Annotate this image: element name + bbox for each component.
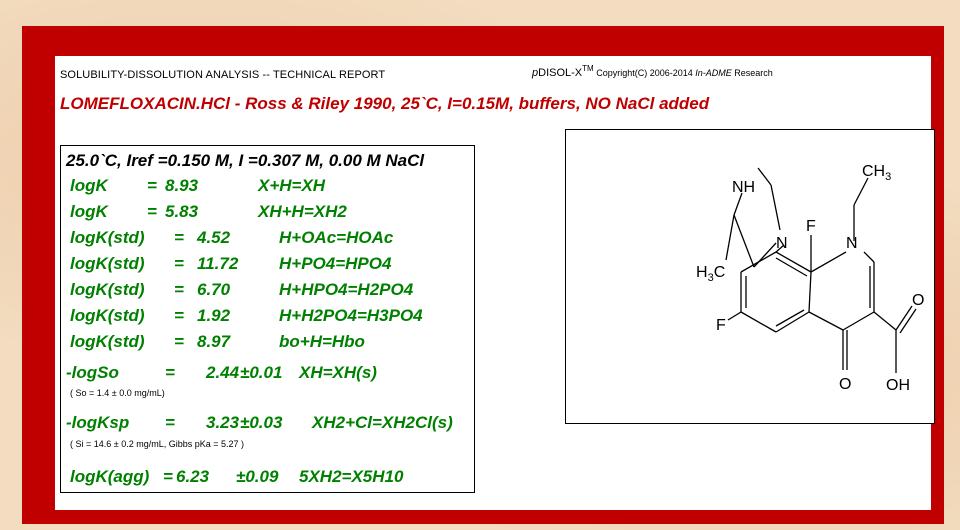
company-tail: Research — [731, 68, 773, 78]
bond — [733, 192, 743, 216]
constant-value: 4.52 — [197, 228, 231, 247]
bond — [863, 251, 875, 263]
bond — [727, 311, 742, 321]
atom-o-ketone: O — [839, 376, 851, 393]
atom-h3c: H3C — [696, 264, 725, 284]
lomefloxacin-structure: CH3 NH F N N H3C F O OH O — [696, 163, 924, 394]
brand-name: DISOL-X — [538, 67, 583, 79]
constant-value: 11.72 — [197, 254, 239, 273]
logSo-value: 2.44 — [206, 363, 240, 382]
logKsp-value: 3.23 — [206, 413, 240, 432]
logKsp-eq: = — [165, 413, 175, 432]
constant-eq: = — [147, 176, 157, 195]
atom-f-left: F — [716, 317, 726, 334]
bond — [808, 271, 812, 313]
logSo-reaction: XH=XH(s) — [299, 363, 377, 382]
constant-reaction: H+H2PO4=H3PO4 — [279, 306, 423, 325]
bond — [842, 311, 875, 331]
atom-n-ring: N — [846, 235, 858, 252]
constant-reaction: H+OAc=HOAc — [279, 228, 394, 247]
logKsp-note: ( Si = 14.6 ± 0.2 mg/mL, Gibbs pKa = 5.2… — [70, 439, 245, 449]
report-header-left: SOLUBILITY-DISSOLUTION ANALYSIS -- TECHN… — [60, 69, 386, 81]
conditions-line: 25.0`C, Iref =0.150 M, I =0.307 M, 0.00 … — [66, 151, 425, 170]
constant-eq: = — [174, 228, 184, 247]
structure-box: CH3 NH F N N H3C F O OH O — [565, 129, 935, 424]
logKagg-reaction: 5XH2=X5H10 — [299, 467, 404, 486]
bond — [757, 167, 772, 186]
constant-reaction: H+HPO4=H2PO4 — [279, 280, 414, 299]
logKsp-reaction: XH2+Cl=XH2Cl(s) — [312, 413, 453, 432]
logSo-label: -logSo — [66, 363, 119, 382]
logKagg-label: logK(agg) — [70, 467, 150, 486]
report-title: LOMEFLOXACIN.HCl - Ross & Riley 1990, 25… — [60, 94, 710, 113]
bond — [873, 311, 897, 331]
bond — [853, 177, 869, 206]
constant-eq: = — [174, 332, 184, 351]
constant-reaction: H+PO4=HPO4 — [279, 254, 392, 273]
constant-reaction: bo+H=Hbo — [279, 332, 365, 351]
constant-value: 8.97 — [197, 332, 231, 351]
constant-label: logK — [70, 176, 108, 195]
logSo-note: ( So = 1.4 ± 0.0 mg/mL) — [70, 388, 165, 398]
atom-oh: OH — [886, 377, 910, 394]
bond — [733, 214, 755, 268]
constant-label: logK(std) — [70, 280, 145, 299]
atom-n-pip: N — [776, 235, 788, 252]
copyright-text: Copyright(C) 2006-2014 — [593, 68, 696, 78]
constant-label: logK(std) — [70, 254, 145, 273]
logKsp-err: ±0.03 — [240, 413, 283, 432]
constant-reaction: XH+H=XH2 — [258, 202, 347, 221]
constant-label: logK — [70, 202, 108, 221]
constant-eq: = — [174, 280, 184, 299]
logKagg-eq: = — [163, 467, 173, 486]
constant-label: logK(std) — [70, 332, 145, 351]
constant-reaction: X+H=XH — [258, 176, 326, 195]
constant-eq: = — [174, 254, 184, 273]
logSo-err: ±0.01 — [240, 363, 283, 382]
bond — [740, 311, 777, 333]
company-name: In-ADME — [695, 68, 732, 78]
bond — [810, 251, 847, 273]
atom-o-acid: O — [912, 292, 924, 309]
constant-eq: = — [147, 202, 157, 221]
bond — [775, 251, 812, 273]
bond — [770, 184, 781, 231]
bond — [808, 311, 844, 331]
report-header-right: pDISOL-XTM Copyright(C) 2006-2014 In-ADM… — [532, 64, 773, 79]
constant-value: 8.93 — [165, 176, 199, 195]
logKagg-err: ±0.09 — [236, 467, 279, 486]
logKsp-label: -logKsp — [66, 413, 130, 432]
logSo-eq: = — [165, 363, 175, 382]
atom-nh: NH — [732, 179, 755, 196]
constant-label: logK(std) — [70, 228, 145, 247]
bond — [753, 242, 777, 268]
bond — [725, 214, 735, 261]
constant-value: 5.83 — [165, 202, 199, 221]
constant-value: 1.92 — [197, 306, 231, 325]
atom-f-top: F — [806, 218, 816, 235]
constant-label: logK(std) — [70, 306, 145, 325]
constant-value: 6.70 — [197, 280, 231, 299]
brand-tm: TM — [582, 64, 594, 73]
constant-eq: = — [174, 306, 184, 325]
bond — [775, 311, 810, 333]
logKagg-value: 6.23 — [176, 467, 210, 486]
